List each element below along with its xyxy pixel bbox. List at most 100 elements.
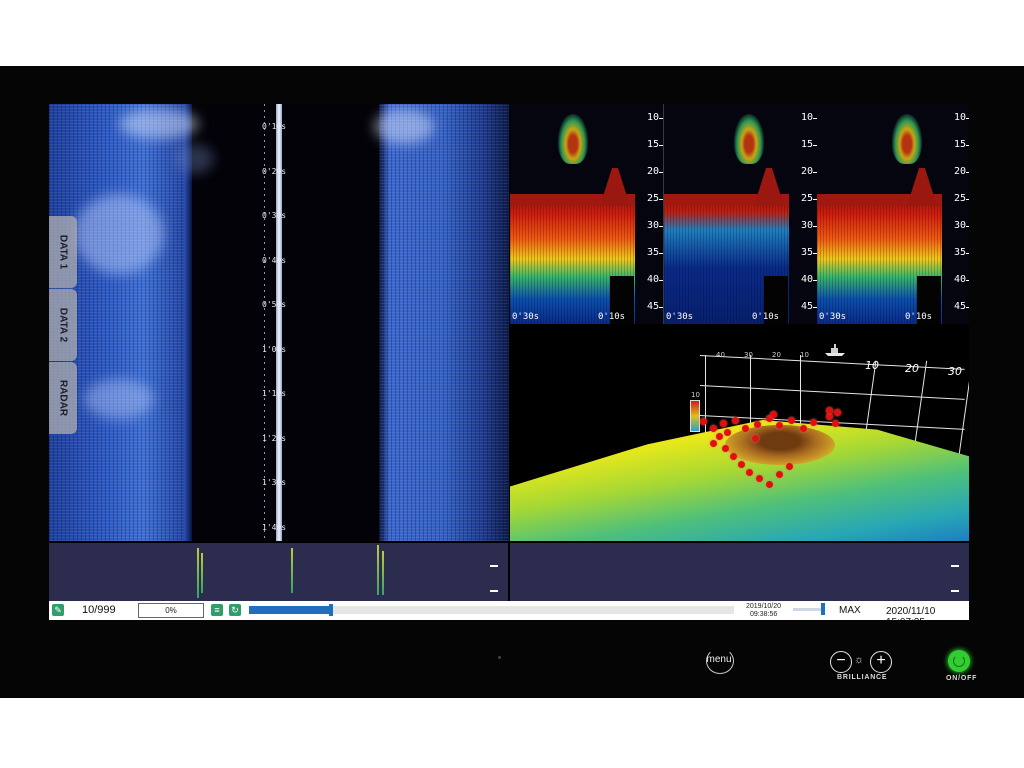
equalizer-icon[interactable]: ≡ [211,604,223,616]
echo-time-left: 0'30s [512,312,540,322]
axis-label: 20 [905,362,919,375]
axis-label: 40 [716,351,725,359]
depth-tick [659,280,663,281]
echo-streak [197,548,199,598]
depth-tick-label: 35 [953,247,966,258]
playback-slider-knob[interactable] [329,604,334,616]
axis-label: 10 [865,359,879,372]
history-strip-left[interactable] [49,543,508,601]
fish-target [800,425,807,432]
fish-target [786,463,793,470]
depth-tick-label: 30 [800,220,813,231]
echogram-2[interactable]: 0'30s 0'10s 10 15 20 25 30 35 40 45 [664,104,818,324]
depth-tick-label: 40 [953,274,966,285]
time-label: 0'10s [262,122,287,131]
seamount [754,168,784,206]
depth-tick-label: 15 [800,139,813,150]
clock: 2020/11/10 15:07:25 [886,606,936,620]
fish-target [722,445,729,452]
menu-button[interactable]: menu [704,648,734,674]
fish-target [770,411,777,418]
fish-school [734,114,764,164]
brilliance-label: BRILLIANCE [837,674,888,681]
echo-time-left: 0'30s [666,312,694,322]
sidescan-sonar-view[interactable]: 0'10s 0'20s 0'30s 0'40s 0'50s 1'00s 1'10s 1'20s… [49,104,509,541]
tab-label: DATA 1 [57,234,69,270]
depth-tick-label: 25 [800,193,813,204]
depth-tick-label: 30 [953,220,966,231]
depth-tick [659,172,663,173]
fish-target [776,471,783,478]
depth-tick [659,118,663,119]
tab-label: DATA 2 [57,307,69,343]
depth-tick [966,118,969,119]
pin-icon[interactable]: ✎ [52,604,64,616]
tab-radar[interactable]: RADAR [49,362,77,434]
depth-tick-label: 35 [646,247,659,258]
tab-data2[interactable]: DATA 2 [49,289,77,361]
depth-color-bar [690,400,700,432]
echo-time-right: 0'10s [598,312,626,322]
brilliance-slider-knob[interactable] [821,603,825,615]
fish-target [810,419,817,426]
fish-target [724,429,731,436]
depth-tick-label: 10 [646,112,659,123]
strip-marker [951,565,959,567]
playback-slider[interactable] [249,604,734,616]
seamount [600,168,630,206]
3d-seabed-view[interactable]: 10 40 30 20 10 10 20 30 [510,325,969,541]
seabed-feature [119,109,199,139]
starboard-scan-band [379,104,509,541]
side-tabs: DATA 1 DATA 2 RADAR [49,216,77,434]
time-label: 1'00s [262,344,287,354]
grid-line [699,385,965,400]
brilliance-down-button[interactable]: − [830,651,852,673]
depth-tick-label: 25 [953,193,966,204]
recorded-time: 09:38:56 [750,611,778,618]
fish-target [776,422,783,429]
echogram-1[interactable]: 0'30s 0'10s 10 15 20 25 30 35 40 45 [510,104,664,324]
axis-label: 20 [772,351,781,359]
power-icon [953,655,965,667]
axis-label: 30 [948,365,962,378]
depth-tick [966,253,969,254]
depth-tick-label: 25 [646,193,659,204]
seabed-feature [174,144,214,174]
axis-label: 30 [744,351,753,359]
brilliance-up-button[interactable]: + [870,651,892,673]
strip-marker [951,590,959,592]
depth-tick-label: 45 [800,301,813,312]
depth-tick-label: 30 [646,220,659,231]
depth-tick-label: 40 [646,274,659,285]
fish-target [746,469,753,476]
fish-target [788,417,795,424]
history-strip-right[interactable] [510,543,969,601]
fish-target [826,413,833,420]
fish-target [738,461,745,468]
strip-marker [490,565,498,567]
power-label: ON/OFF [946,675,978,682]
tab-data1[interactable]: DATA 1 [49,216,77,288]
echo-streak [201,553,203,593]
fish-target [834,409,841,416]
depth-tick-label: 15 [953,139,966,150]
time-label: 1'30s [262,478,287,487]
time-label: 1'10s [262,389,287,398]
tab-label: RADAR [57,379,69,417]
seabed-feature [84,379,154,419]
refresh-icon[interactable]: ↻ [229,604,241,616]
echogram-3[interactable]: 0'30s 0'10s 10 15 20 25 30 35 40 45 [817,104,969,324]
depth-tick [966,226,969,227]
depth-tick [966,199,969,200]
display-screen: 0'10s 0'20s 0'30s 0'40s 0'50s 1'00s 1'10s 1'20s… [49,104,969,620]
seabed-feature [74,194,164,274]
depth-tick-label: 20 [646,166,659,177]
fish-target [832,420,839,427]
fish-target [732,417,739,424]
brilliance-level: MAX [839,605,861,616]
depth-tick [966,172,969,173]
depth-tick [966,145,969,146]
axis-label: 10 [800,351,809,359]
fish-target [730,453,737,460]
power-button[interactable] [948,650,970,672]
